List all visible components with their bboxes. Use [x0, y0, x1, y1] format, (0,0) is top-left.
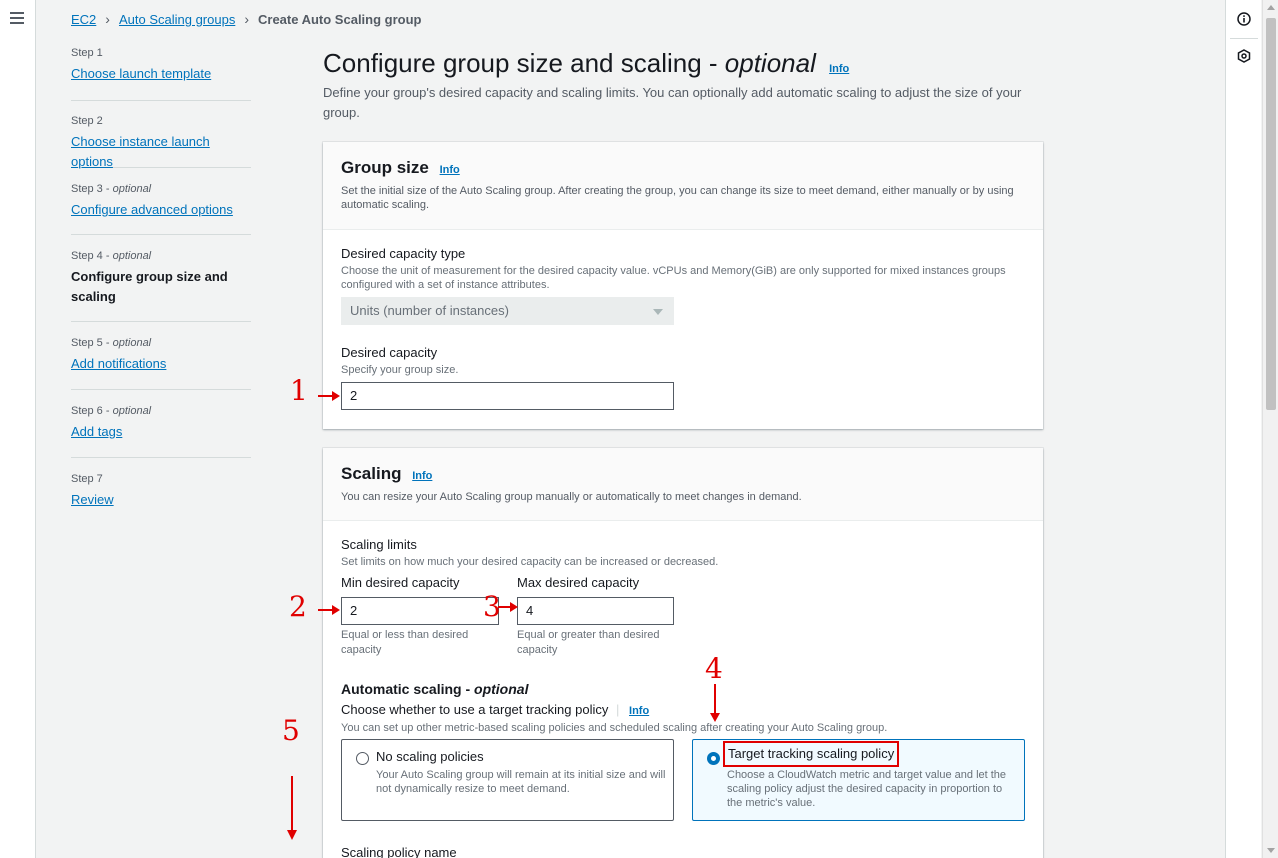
step-link[interactable]: Configure advanced options — [71, 200, 233, 220]
scroll-down-arrow-icon[interactable] — [1267, 848, 1275, 853]
info-link[interactable]: Info — [629, 705, 649, 717]
step-3: Step 3 - optional Configure advanced opt… — [71, 168, 251, 235]
group-size-panel: Group size Info Set the initial size of … — [323, 142, 1043, 429]
option-title: No scaling policies — [376, 749, 484, 764]
panel-description: You can resize your Auto Scaling group m… — [341, 491, 802, 503]
info-link[interactable]: Info — [440, 164, 460, 176]
annotation-number: 5 — [282, 714, 300, 747]
step-number: Step 6 - optional — [71, 405, 152, 417]
page-scrollbar[interactable] — [1262, 0, 1278, 858]
panel-description: Set the initial size of the Auto Scaling… — [341, 185, 1014, 211]
info-link[interactable]: Info — [829, 63, 849, 75]
panel-title: Group size Info — [341, 158, 460, 177]
breadcrumb-ec2[interactable]: EC2 — [71, 12, 96, 27]
page-description: Define your group's desired capacity and… — [323, 85, 1022, 120]
breadcrumb: EC2 › Auto Scaling groups › Create Auto … — [71, 11, 421, 27]
max-capacity-label: Max desired capacity — [517, 575, 640, 590]
radio-no-scaling[interactable] — [356, 752, 369, 765]
left-navigation-rail — [0, 0, 36, 858]
capacity-type-select[interactable]: Units (number of instances) — [341, 297, 674, 325]
desired-capacity-label: Desired capacity — [341, 345, 438, 360]
chevron-right-icon: › — [244, 11, 249, 27]
wizard-steps: Step 1 Choose launch template Step 2 Cho… — [71, 46, 251, 518]
step-link[interactable]: Add notifications — [71, 354, 166, 374]
annotation-number: 1 — [290, 374, 308, 407]
step-number: Step 2 — [71, 115, 103, 127]
settings-hex-icon[interactable] — [1237, 49, 1251, 63]
info-link[interactable]: Info — [412, 470, 432, 482]
annotation-arrow-icon — [318, 391, 340, 401]
step-number: Step 4 - optional — [71, 250, 152, 262]
step-5: Step 5 - optional Add notifications — [71, 322, 251, 390]
scroll-up-arrow-icon[interactable] — [1267, 5, 1275, 10]
step-2: Step 2 Choose instance launch options — [71, 101, 251, 169]
step-link[interactable]: Choose launch template — [71, 64, 211, 84]
annotation-arrow-icon — [710, 684, 720, 722]
annotation-arrow-icon — [318, 605, 340, 615]
radio-target-tracking[interactable] — [707, 752, 720, 765]
breadcrumb-auto-scaling-groups[interactable]: Auto Scaling groups — [119, 12, 235, 27]
option-description: Your Auto Scaling group will remain at i… — [376, 769, 666, 795]
min-capacity-constraint: Equal or less than desired capacity — [341, 629, 469, 656]
divider: | — [616, 702, 620, 717]
step-4: Step 4 - optional Configure group size a… — [71, 235, 251, 322]
option-description: Choose a CloudWatch metric and target va… — [727, 769, 1007, 809]
right-tools-rail — [1225, 0, 1261, 858]
min-capacity-input[interactable]: 2 — [341, 597, 499, 625]
step-1: Step 1 Choose launch template — [71, 46, 251, 101]
rail-divider — [1230, 38, 1258, 39]
desired-capacity-description: Specify your group size. — [341, 364, 459, 376]
step-6: Step 6 - optional Add tags — [71, 390, 251, 458]
target-tracking-option[interactable]: Target tracking scaling policy Choose a … — [692, 739, 1025, 821]
step-link[interactable]: Add tags — [71, 422, 122, 442]
step-active-title: Configure group size and scaling — [71, 269, 228, 304]
scaling-header: Scaling Info You can resize your Auto Sc… — [323, 448, 1043, 521]
automatic-scaling-title: Automatic scaling - optional — [341, 681, 529, 697]
capacity-type-description: Choose the unit of measurement for the d… — [341, 265, 1006, 291]
menu-icon[interactable] — [10, 12, 24, 27]
group-size-header: Group size Info Set the initial size of … — [323, 142, 1043, 230]
breadcrumb-current: Create Auto Scaling group — [258, 11, 422, 27]
panel-title: Scaling Info — [341, 464, 433, 483]
step-number: Step 1 — [71, 47, 103, 59]
step-link[interactable]: Choose instance launch options — [71, 132, 251, 172]
target-policy-label: Choose whether to use a target tracking … — [341, 702, 650, 717]
chevron-right-icon: › — [105, 11, 110, 27]
step-number: Step 7 — [71, 473, 103, 485]
caret-down-icon — [653, 309, 663, 315]
step-number: Step 3 - optional — [71, 183, 152, 195]
page-title: Configure group size and scaling - optio… — [323, 48, 850, 78]
max-capacity-constraint: Equal or greater than desired capacity — [517, 629, 660, 656]
option-title: Target tracking scaling policy — [723, 741, 900, 767]
annotation-arrow-icon — [287, 776, 297, 840]
target-policy-description: You can set up other metric-based scalin… — [341, 722, 888, 734]
step-link[interactable]: Review — [71, 490, 114, 510]
step-number: Step 5 - optional — [71, 337, 152, 349]
scaling-limits-label: Scaling limits — [341, 537, 417, 552]
capacity-type-value: Units (number of instances) — [350, 303, 509, 318]
desired-capacity-input[interactable]: 2 — [341, 382, 674, 410]
scaling-limits-description: Set limits on how much your desired capa… — [341, 556, 719, 568]
capacity-type-label: Desired capacity type — [341, 246, 466, 261]
scrollbar-thumb[interactable] — [1266, 18, 1276, 410]
scaling-policy-name-label: Scaling policy name — [341, 845, 457, 858]
no-scaling-option[interactable]: No scaling policies Your Auto Scaling gr… — [341, 739, 674, 821]
min-capacity-label: Min desired capacity — [341, 575, 460, 590]
max-capacity-input[interactable]: 4 — [517, 597, 674, 625]
info-circle-icon[interactable] — [1237, 12, 1251, 26]
step-7: Step 7 Review — [71, 458, 251, 518]
annotation-number: 4 — [705, 652, 723, 685]
annotation-number: 2 — [289, 590, 307, 623]
scaling-panel: Scaling Info You can resize your Auto Sc… — [323, 448, 1043, 858]
annotation-arrow-icon — [498, 602, 518, 612]
